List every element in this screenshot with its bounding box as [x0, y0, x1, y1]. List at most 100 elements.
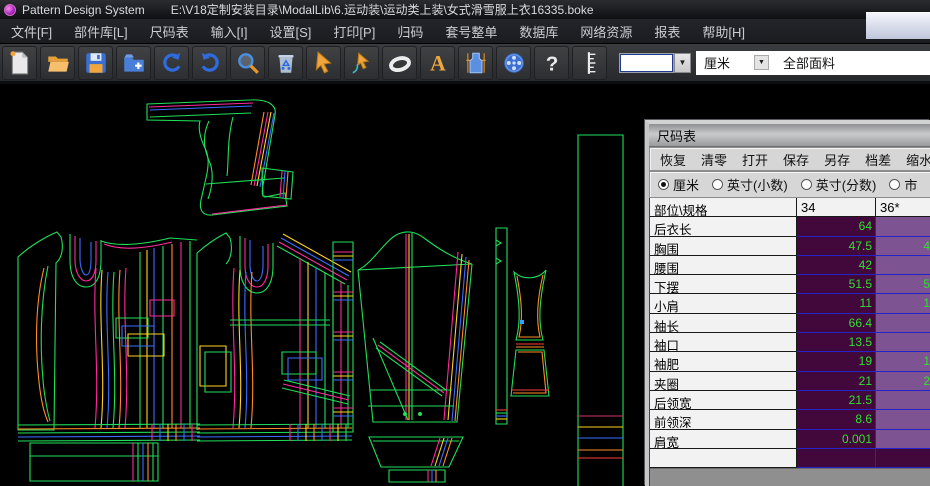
style-combobox[interactable]: [619, 53, 674, 73]
value-size36[interactable]: [876, 430, 930, 449]
menu-item[interactable]: 网络资源: [569, 19, 643, 43]
measure-name[interactable]: 袖长: [650, 314, 797, 333]
menu-item[interactable]: 文件[F]: [0, 19, 63, 43]
value-size34[interactable]: 13.5: [797, 333, 876, 352]
delete-button[interactable]: [268, 46, 303, 80]
column-header-part[interactable]: 部位\规格: [650, 198, 797, 217]
column-header-size34[interactable]: 34: [797, 198, 876, 217]
menu-item[interactable]: 部件库[L]: [63, 19, 138, 43]
measure-name[interactable]: 腰围: [650, 256, 797, 275]
new-document-button[interactable]: [2, 46, 37, 80]
value-size34[interactable]: 51.5: [797, 275, 876, 294]
unit-radio[interactable]: 英寸(小数): [712, 175, 788, 194]
panel-action-button[interactable]: 另存: [824, 150, 850, 169]
redo-button[interactable]: [192, 46, 227, 80]
value-size36[interactable]: [876, 256, 930, 275]
value-size34[interactable]: 64: [797, 217, 876, 236]
fabric-combobox[interactable]: 全部面料: [781, 53, 835, 72]
open-file-button[interactable]: [40, 46, 75, 80]
pattern-piece-hem-band[interactable]: [30, 443, 158, 481]
value-size36[interactable]: [876, 217, 930, 236]
value-size36[interactable]: [876, 391, 930, 410]
panel-action-button[interactable]: 保存: [783, 150, 809, 169]
curve-ring-button[interactable]: [382, 46, 417, 80]
open-folder-icon: [45, 50, 71, 76]
pattern-piece-back-bodice[interactable]: [18, 232, 200, 441]
value-size34[interactable]: 19: [797, 352, 876, 371]
menu-item[interactable]: 打印[P]: [322, 19, 386, 43]
value-size36[interactable]: [876, 449, 930, 468]
mannequin-button[interactable]: [458, 46, 493, 80]
unit-radio[interactable]: 市: [889, 175, 917, 194]
value-size34[interactable]: [797, 449, 876, 468]
value-size36[interactable]: [876, 410, 930, 429]
measure-name[interactable]: 后领宽: [650, 391, 797, 410]
window-titlebar[interactable]: Pattern Design System E:\V18定制安装目录\Modal…: [0, 0, 930, 19]
value-size34[interactable]: 47.5: [797, 237, 876, 256]
value-size36[interactable]: [876, 333, 930, 352]
panel-action-button[interactable]: 档差: [865, 150, 891, 169]
help-button[interactable]: ?: [534, 46, 569, 80]
pattern-piece-cuff[interactable]: [369, 437, 463, 482]
style-combo-dropdown-icon[interactable]: ▼: [674, 53, 691, 73]
value-size36[interactable]: 2: [876, 372, 930, 391]
value-size34[interactable]: 8.6: [797, 410, 876, 429]
panel-action-button[interactable]: 缩水: [906, 150, 930, 169]
measure-name[interactable]: 夹圈: [650, 372, 797, 391]
value-size34[interactable]: 42: [797, 256, 876, 275]
measure-name[interactable]: 小肩: [650, 294, 797, 313]
panel-action-button[interactable]: 恢复: [660, 150, 686, 169]
pattern-piece-side-strip[interactable]: [578, 135, 623, 486]
pattern-piece-sleeve[interactable]: [358, 232, 472, 422]
measure-name[interactable]: 下摆: [650, 275, 797, 294]
menu-item[interactable]: 数据库: [508, 19, 569, 43]
menu-item[interactable]: 帮助[H]: [691, 19, 756, 43]
add-part-button[interactable]: [116, 46, 151, 80]
value-size34[interactable]: 11: [797, 294, 876, 313]
pattern-piece-lining-front[interactable]: [511, 270, 549, 396]
save-button[interactable]: [78, 46, 113, 80]
panel-action-button[interactable]: 清零: [701, 150, 727, 169]
column-header-size36[interactable]: 36*: [876, 198, 930, 217]
unit-combo-dropdown-icon[interactable]: ▼: [754, 55, 769, 70]
select-button[interactable]: [306, 46, 341, 80]
measure-name[interactable]: 袖肥: [650, 352, 797, 371]
value-size34[interactable]: 21: [797, 372, 876, 391]
menu-item[interactable]: 套号整单: [434, 19, 508, 43]
modify-button[interactable]: [344, 46, 379, 80]
pattern-piece-hood[interactable]: [147, 100, 293, 215]
film-reel-button[interactable]: [496, 46, 531, 80]
unit-radio[interactable]: 英寸(分数): [801, 175, 877, 194]
measure-name[interactable]: 后衣长: [650, 217, 797, 236]
measure-name[interactable]: 袖口: [650, 333, 797, 352]
measure-name[interactable]: [650, 449, 797, 468]
unit-combobox[interactable]: 厘米: [696, 53, 754, 72]
value-size34[interactable]: 21.5: [797, 391, 876, 410]
measure-ruler-button[interactable]: [572, 46, 607, 80]
value-size36[interactable]: 4: [876, 237, 930, 256]
pattern-piece-placket-strip[interactable]: [496, 228, 507, 424]
unit-radio[interactable]: 厘米: [658, 175, 699, 194]
value-size34[interactable]: 0.001: [797, 430, 876, 449]
menu-item[interactable]: 尺码表: [139, 19, 200, 43]
letter-a-icon: A: [425, 50, 451, 76]
measure-name[interactable]: 前领深: [650, 410, 797, 429]
menu-item[interactable]: 输入[I]: [200, 19, 259, 43]
menu-item[interactable]: 设置[S]: [259, 19, 323, 43]
value-size36[interactable]: 1: [876, 352, 930, 371]
zoom-button[interactable]: [230, 46, 265, 80]
measure-name[interactable]: 肩宽: [650, 430, 797, 449]
text-tool-button[interactable]: A: [420, 46, 455, 80]
size-panel-titlebar[interactable]: 尺码表: [649, 124, 930, 147]
value-size36[interactable]: [876, 314, 930, 333]
value-size36[interactable]: 1: [876, 294, 930, 313]
value-size34[interactable]: 66.4: [797, 314, 876, 333]
mannequin-icon: [463, 50, 489, 76]
undo-button[interactable]: [154, 46, 189, 80]
menu-item[interactable]: 归码: [386, 19, 434, 43]
menu-item[interactable]: 报表: [643, 19, 691, 43]
value-size36[interactable]: 5: [876, 275, 930, 294]
measure-name[interactable]: 胸围: [650, 237, 797, 256]
panel-action-button[interactable]: 打开: [742, 150, 768, 169]
pattern-piece-front-bodice[interactable]: [197, 233, 353, 441]
